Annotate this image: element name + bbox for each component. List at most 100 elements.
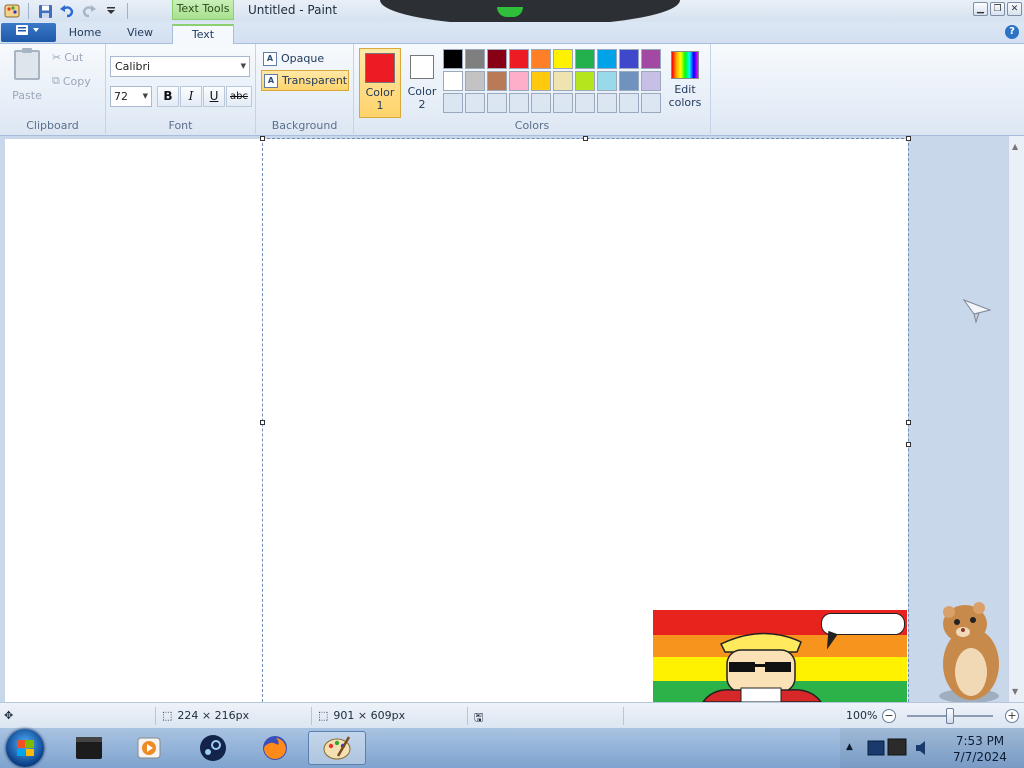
customize-qat-icon[interactable] [101, 1, 121, 21]
zoom-in-button[interactable]: + [1005, 709, 1019, 723]
palette-color-swatch[interactable] [575, 49, 595, 69]
palette-color-swatch[interactable] [465, 71, 485, 91]
palette-color-swatch[interactable] [575, 71, 595, 91]
taskbar: ▲ 7:53 PM 7/7/2024 [0, 728, 1024, 768]
speaker-icon [916, 741, 925, 755]
resize-handle[interactable] [583, 136, 588, 141]
quick-access-toolbar [0, 0, 132, 22]
qat-separator [28, 3, 29, 19]
palette-color-swatch[interactable] [619, 93, 639, 113]
clock[interactable]: 7:53 PM 7/7/2024 [940, 733, 1020, 765]
image-size-icon: ⬚ [318, 709, 329, 722]
palette-color-swatch[interactable] [597, 71, 617, 91]
scroll-down-icon[interactable]: ▼ [1012, 687, 1018, 696]
paint-menu-button[interactable] [1, 23, 56, 42]
taskbar-paint[interactable] [308, 731, 366, 765]
resize-handle[interactable] [260, 420, 265, 425]
edit-colors-label: Edit [674, 83, 696, 96]
resize-handle[interactable] [906, 420, 911, 425]
color2-swatch [410, 55, 434, 79]
vertical-scrollbar[interactable]: ▲ ▼ [1008, 136, 1024, 702]
help-icon[interactable]: ? [1005, 25, 1019, 39]
palette-color-swatch[interactable] [487, 71, 507, 91]
bold-button[interactable]: B [157, 86, 179, 107]
palette-color-swatch[interactable] [553, 71, 573, 91]
taskbar-media-player[interactable] [124, 731, 174, 765]
palette-color-swatch[interactable] [509, 93, 529, 113]
font-family-select[interactable]: Calibri ▼ [110, 56, 250, 77]
save-icon[interactable] [35, 1, 55, 21]
tab-view[interactable]: View [114, 24, 166, 44]
underline-button[interactable]: U [203, 86, 225, 107]
palette-color-swatch[interactable] [641, 49, 661, 69]
color2-label: Color [407, 85, 437, 98]
palette-color-swatch[interactable] [641, 93, 661, 113]
scroll-up-icon[interactable]: ▲ [1012, 142, 1018, 151]
taskbar-firefox[interactable] [250, 731, 300, 765]
cut-button[interactable]: ✂ Cut [52, 51, 83, 64]
font-size-select[interactable]: 72 ▼ [110, 86, 152, 107]
tab-home[interactable]: Home [60, 24, 110, 44]
pasted-image [653, 610, 907, 702]
palette-color-swatch[interactable] [619, 71, 639, 91]
start-button[interactable] [6, 729, 44, 767]
color2-button[interactable]: Color 2 [404, 48, 440, 118]
palette-color-swatch[interactable] [443, 49, 463, 69]
color1-button[interactable]: Color 1 [359, 48, 401, 118]
close-icon[interactable]: ✕ [1007, 2, 1022, 16]
selection-size-value: 224 × 216px [177, 709, 250, 722]
transparent-button[interactable]: A Transparent [261, 70, 349, 91]
palette-color-swatch[interactable] [575, 93, 595, 113]
paste-button[interactable]: Paste [10, 48, 44, 106]
transparent-icon: A [264, 73, 278, 88]
ribbon: Paste ✂ Cut ⧉ Copy Clipboard Font Calibr… [0, 44, 1024, 136]
palette-color-swatch[interactable] [531, 49, 551, 69]
palette-color-swatch[interactable] [531, 71, 551, 91]
taskbar-terminal[interactable] [64, 731, 114, 765]
color2-number: 2 [418, 98, 426, 111]
color1-label: Color [365, 86, 395, 99]
canvas-resize-handle[interactable] [906, 442, 911, 447]
palette-color-swatch[interactable] [443, 71, 463, 91]
palette-color-swatch[interactable] [641, 71, 661, 91]
italic-button[interactable]: I [180, 86, 202, 107]
palette-color-swatch[interactable] [597, 49, 617, 69]
palette-color-swatch[interactable] [509, 49, 529, 69]
edit-colors-label-2: colors [668, 96, 702, 109]
cut-label: Cut [64, 51, 84, 64]
palette-color-swatch[interactable] [553, 49, 573, 69]
undo-icon[interactable] [57, 1, 77, 21]
zoom-out-button[interactable]: − [882, 709, 896, 723]
palette-color-swatch[interactable] [553, 93, 573, 113]
hamster-mascot-icon [939, 602, 999, 703]
palette-color-swatch[interactable] [597, 93, 617, 113]
opaque-button[interactable]: A Opaque [261, 48, 349, 69]
palette-color-swatch[interactable] [443, 93, 463, 113]
steam-icon [200, 735, 226, 761]
zoom-slider-thumb[interactable] [946, 708, 954, 724]
redo-icon[interactable] [79, 1, 99, 21]
copy-icon: ⧉ [52, 74, 60, 87]
resize-handle[interactable] [906, 136, 911, 141]
edit-colors-button[interactable]: Edit colors [664, 49, 706, 109]
disk-icon: 🖫 [474, 711, 484, 724]
palette-color-swatch[interactable] [619, 49, 639, 69]
minimize-icon[interactable]: ▁ [973, 2, 988, 16]
resize-handle[interactable] [260, 136, 265, 141]
tab-text[interactable]: Text [172, 24, 234, 44]
palette-color-swatch[interactable] [509, 71, 529, 91]
palette-color-swatch[interactable] [465, 49, 485, 69]
palette-color-swatch[interactable] [531, 93, 551, 113]
strikethrough-button[interactable]: abc [226, 86, 252, 107]
palette-color-swatch[interactable] [487, 49, 507, 69]
paint-app-icon[interactable] [2, 1, 22, 21]
copy-button[interactable]: ⧉ Copy [52, 74, 91, 88]
show-hidden-icons[interactable]: ▲ [846, 742, 853, 752]
font-family-value: Calibri [115, 60, 151, 73]
palette-color-swatch[interactable] [465, 93, 485, 113]
chevron-down-icon: ▼ [142, 92, 148, 100]
palette-color-swatch[interactable] [487, 93, 507, 113]
restore-icon[interactable]: ❐ [990, 2, 1005, 16]
taskbar-steam[interactable] [188, 731, 238, 765]
window-controls: ▁ ❐ ✕ [973, 2, 1022, 16]
